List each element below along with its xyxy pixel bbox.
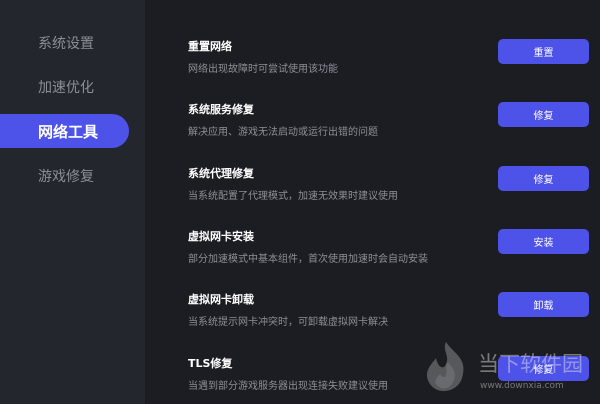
reset-button[interactable]: 重置 [498,39,589,64]
uninstall-button[interactable]: 卸载 [498,292,589,317]
repair-proxy-button[interactable]: 修复 [498,166,589,191]
sidebar-item-label: 加速优化 [38,80,94,96]
sidebar: 系统设置 加速优化 网络工具 游戏修复 [0,0,145,404]
sidebar-item-label: 游戏修复 [38,169,94,185]
sidebar-item-label: 网络工具 [38,122,99,141]
repair-service-button[interactable]: 修复 [498,102,589,127]
sidebar-item-game-repair[interactable]: 游戏修复 [0,159,129,193]
tools-panel: 重置网络 网络出现故障时可尝试使用该功能 重置 系统服务修复 解决应用、游戏无法… [145,0,600,404]
app-window: 系统设置 加速优化 网络工具 游戏修复 重置网络 网络出现故障时可尝试使用该功能… [0,0,600,404]
sidebar-item-network-tools[interactable]: 网络工具 [0,114,129,148]
sidebar-item-label: 系统设置 [38,36,94,52]
sidebar-item-system-settings[interactable]: 系统设置 [0,26,129,60]
install-button[interactable]: 安装 [498,229,589,254]
repair-tls-button[interactable]: 修复 [498,356,589,381]
sidebar-item-acceleration[interactable]: 加速优化 [0,70,129,104]
